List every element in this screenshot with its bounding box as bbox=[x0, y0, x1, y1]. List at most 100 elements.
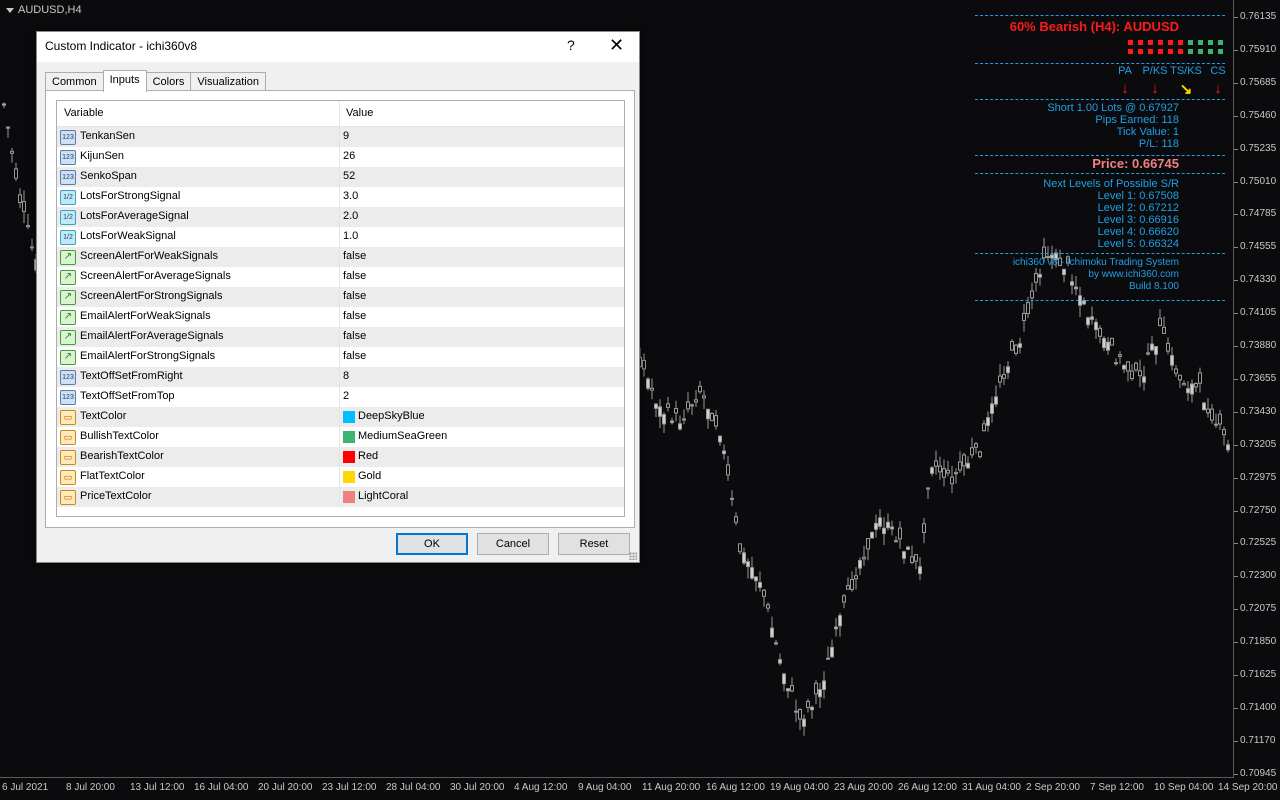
table-row[interactable]: 123 SenkoSpan 52 bbox=[57, 167, 624, 187]
candle-body bbox=[670, 420, 674, 424]
color-swatch[interactable] bbox=[343, 411, 355, 423]
candle-body bbox=[1022, 312, 1026, 321]
variable-value[interactable]: false bbox=[343, 330, 366, 342]
variable-value[interactable]: false bbox=[343, 250, 366, 262]
table-row[interactable]: ↗ EmailAlertForWeakSignals false bbox=[57, 307, 624, 327]
variable-name: BearishTextColor bbox=[80, 450, 164, 462]
reset-button[interactable]: Reset bbox=[558, 533, 630, 555]
help-button[interactable]: ? bbox=[567, 37, 575, 53]
color-swatch[interactable] bbox=[343, 471, 355, 483]
color-swatch[interactable] bbox=[343, 451, 355, 463]
close-icon[interactable]: ✕ bbox=[609, 35, 624, 56]
table-row[interactable]: 1/2 LotsForAverageSignal 2.0 bbox=[57, 207, 624, 227]
variable-value[interactable]: 8 bbox=[343, 370, 349, 382]
table-row[interactable]: ▭ TextColor DeepSkyBlue bbox=[57, 407, 624, 427]
candle-body bbox=[954, 472, 958, 475]
price-tick-label: 0.72525 bbox=[1233, 537, 1277, 549]
variable-value[interactable]: 52 bbox=[343, 170, 355, 182]
time-tick-label: 19 Aug 04:00 bbox=[770, 782, 829, 793]
table-row[interactable]: ▭ BearishTextColor Red bbox=[57, 447, 624, 467]
variable-value[interactable]: DeepSkyBlue bbox=[358, 410, 425, 422]
candle-body bbox=[1006, 366, 1010, 374]
price-axis[interactable]: 0.76135 0.75910 0.75685 0.75460 0.75235 0.750… bbox=[1233, 0, 1280, 800]
candle-body bbox=[974, 443, 978, 448]
strength-bar bbox=[1218, 40, 1223, 45]
symbol-text: AUDUSD,H4 bbox=[18, 4, 82, 16]
candle-body bbox=[902, 551, 906, 559]
variable-name: PriceTextColor bbox=[80, 490, 152, 502]
candle-body bbox=[1030, 290, 1034, 299]
table-row[interactable]: 123 KijunSen 26 bbox=[57, 147, 624, 167]
table-row[interactable]: 123 TenkanSen 9 bbox=[57, 127, 624, 147]
level-2: Level 2: 0.67212 bbox=[1097, 202, 1179, 214]
table-row[interactable]: ▭ FlatTextColor Gold bbox=[57, 467, 624, 487]
variable-name: EmailAlertForStrongSignals bbox=[80, 350, 216, 362]
column-header-value[interactable]: Value bbox=[346, 107, 373, 119]
inputs-table[interactable]: Variable Value 123 TenkanSen 9 123 KijunSen 2… bbox=[56, 100, 625, 517]
levels-title: Next Levels of Possible S/R bbox=[1043, 178, 1179, 190]
table-row[interactable]: ▭ PriceTextColor LightCoral bbox=[57, 487, 624, 507]
table-row[interactable]: 123 TextOffSetFromRight 8 bbox=[57, 367, 624, 387]
variable-value[interactable]: false bbox=[343, 310, 366, 322]
candle-body bbox=[674, 407, 678, 414]
chart-symbol-label[interactable]: AUDUSD,H4 bbox=[6, 4, 82, 16]
candle-body bbox=[1002, 374, 1006, 379]
table-row[interactable]: ↗ ScreenAlertForAverageSignals false bbox=[57, 267, 624, 287]
color-type-icon: ▭ bbox=[60, 430, 76, 445]
time-tick-label: 23 Aug 20:00 bbox=[834, 782, 893, 793]
variable-value[interactable]: false bbox=[343, 290, 366, 302]
price-tick-label: 0.76135 bbox=[1233, 11, 1277, 22]
time-tick-label: 10 Sep 04:00 bbox=[1154, 782, 1214, 793]
tab-common[interactable]: Common bbox=[45, 72, 104, 91]
variable-value[interactable]: MediumSeaGreen bbox=[358, 430, 447, 442]
dialog-title: Custom Indicator - ichi360v8 bbox=[45, 39, 198, 53]
table-row[interactable]: ↗ EmailAlertForStrongSignals false bbox=[57, 347, 624, 367]
candle-body bbox=[986, 417, 990, 426]
tab-visualization[interactable]: Visualization bbox=[190, 72, 266, 91]
candle-body bbox=[1194, 383, 1198, 388]
variable-value[interactable]: 3.0 bbox=[343, 190, 358, 202]
variable-value[interactable]: Red bbox=[358, 450, 378, 462]
table-row[interactable]: 123 TextOffSetFromTop 2 bbox=[57, 387, 624, 407]
candle-body bbox=[810, 706, 814, 711]
signal-arrow-icon: ↓ bbox=[1121, 80, 1129, 97]
resize-grip-icon[interactable] bbox=[629, 552, 637, 560]
price-tick-label: 0.71400 bbox=[1233, 701, 1277, 713]
tab-inputs[interactable]: Inputs bbox=[102, 70, 147, 92]
candle-body bbox=[1062, 268, 1066, 276]
variable-value[interactable]: 9 bbox=[343, 130, 349, 142]
double-type-icon: 1/2 bbox=[60, 190, 76, 205]
time-axis[interactable]: 6 Jul 2021 8 Jul 20:00 13 Jul 12:00 16 Jul … bbox=[0, 778, 1278, 800]
variable-value[interactable]: false bbox=[343, 350, 366, 362]
dialog-titlebar[interactable]: Custom Indicator - ichi360v8 ? ✕ bbox=[37, 32, 639, 62]
variable-value[interactable]: Gold bbox=[358, 470, 381, 482]
column-header-variable[interactable]: Variable bbox=[64, 107, 104, 119]
signal-arrow-icon: ↓ bbox=[1214, 80, 1222, 97]
level-1: Level 1: 0.67508 bbox=[1097, 190, 1179, 202]
color-swatch[interactable] bbox=[343, 491, 355, 503]
color-swatch[interactable] bbox=[343, 431, 355, 443]
signal-arrow-icon: ↓ bbox=[1151, 80, 1159, 97]
tab-colors[interactable]: Colors bbox=[145, 72, 192, 91]
variable-value[interactable]: false bbox=[343, 270, 366, 282]
candle-body bbox=[682, 418, 686, 421]
table-row[interactable]: ↗ ScreenAlertForWeakSignals false bbox=[57, 247, 624, 267]
table-row[interactable]: 1/2 LotsForWeakSignal 1.0 bbox=[57, 227, 624, 247]
variable-value[interactable]: LightCoral bbox=[358, 490, 408, 502]
variable-name: LotsForAverageSignal bbox=[80, 210, 189, 222]
candle-body bbox=[778, 659, 782, 664]
cancel-button[interactable]: Cancel bbox=[477, 533, 549, 555]
candle-body bbox=[1146, 352, 1150, 355]
variable-value[interactable]: 2 bbox=[343, 390, 349, 402]
table-row[interactable]: ↗ EmailAlertForAverageSignals false bbox=[57, 327, 624, 347]
table-row[interactable]: 1/2 LotsForStrongSignal 3.0 bbox=[57, 187, 624, 207]
ok-button[interactable]: OK bbox=[396, 533, 468, 555]
time-tick-label: 6 Jul 2021 bbox=[2, 782, 49, 793]
table-row[interactable]: ↗ ScreenAlertForStrongSignals false bbox=[57, 287, 624, 307]
variable-value[interactable]: 26 bbox=[343, 150, 355, 162]
candle-body bbox=[642, 359, 646, 370]
variable-value[interactable]: 1.0 bbox=[343, 230, 358, 242]
strength-bar bbox=[1168, 49, 1173, 54]
variable-value[interactable]: 2.0 bbox=[343, 210, 358, 222]
table-row[interactable]: ▭ BullishTextColor MediumSeaGreen bbox=[57, 427, 624, 447]
